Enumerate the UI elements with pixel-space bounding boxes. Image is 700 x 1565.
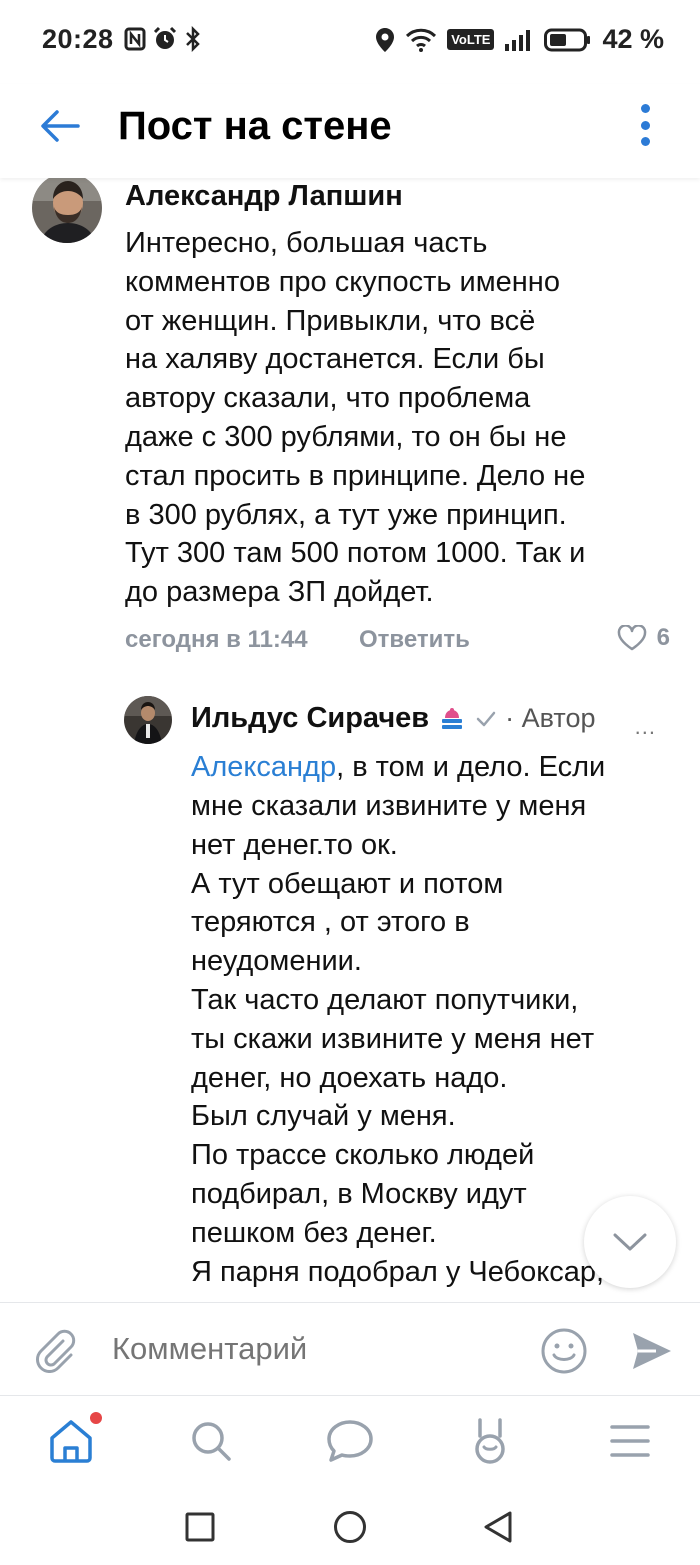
alarm-icon [153,26,177,49]
like-button[interactable]: 6 [617,624,670,652]
hamburger-menu-icon [610,1425,650,1457]
tab-messages[interactable] [325,1416,375,1466]
wifi-icon [406,28,437,52]
comment-author-name[interactable]: Александр Лапшин [125,180,403,213]
avatar[interactable] [32,178,102,243]
reply-text-first-line: Александр, в том и дело. Если [191,748,681,787]
tab-menu[interactable] [605,1416,655,1466]
nfc-icon [124,27,146,51]
tab-bar [0,1396,700,1490]
avatar[interactable] [124,696,172,744]
tab-clips[interactable] [465,1416,515,1466]
battery-icon [544,28,591,51]
comment-input[interactable] [112,1331,512,1367]
status-bar: 20:28 VoLTE 42 % [0,0,700,84]
system-nav-bar [0,1490,700,1565]
reply-author-name[interactable]: Ильдус Сирачев [191,702,429,735]
triangle-back-icon [484,1511,512,1543]
send-icon [633,1333,671,1369]
dot-icon [640,104,650,113]
heart-icon [617,625,646,651]
home-nav-button[interactable] [333,1510,367,1544]
search-icon [192,1422,231,1461]
mention-link[interactable]: Александр [191,751,336,783]
dot-icon [640,137,650,146]
reply-text-rest: , в том и дело. Если [336,751,606,783]
location-icon [376,27,395,52]
chat-bubble-icon [327,1420,373,1462]
tab-search[interactable] [186,1416,236,1466]
more-options-button[interactable] [630,100,660,150]
back-button[interactable] [36,102,84,150]
comments-feed[interactable]: Александр Лапшин Интересно, большая част… [0,178,700,1302]
reply-author-line: Ильдус Сирачев · Автор [191,702,596,735]
app-header: Пост на стене [0,84,700,178]
send-button[interactable] [630,1329,674,1373]
like-count: 6 [656,624,670,651]
scroll-down-button[interactable] [584,1196,676,1288]
volte-badge: VoLTE [447,29,495,50]
arrow-left-icon [41,110,80,142]
smile-icon [541,1328,587,1374]
recent-apps-button[interactable] [183,1510,217,1544]
status-left-icons [124,26,202,52]
author-tag: · Автор [505,703,596,733]
comment-timestamp: сегодня в 11:44 [125,626,308,653]
bluetooth-icon [186,26,200,52]
chevron-down-icon [613,1233,647,1251]
back-nav-button[interactable] [481,1510,515,1544]
home-icon [50,1420,92,1463]
battery-percent: 42 % [602,24,664,54]
tab-home[interactable] [46,1416,96,1466]
paperclip-icon [36,1329,76,1373]
notification-dot [90,1412,102,1424]
reply-button[interactable]: Ответить [359,626,470,654]
vk-badge-icon [442,707,463,729]
emoji-button[interactable] [540,1327,588,1375]
status-time: 20:28 [42,24,114,54]
page-title: Пост на стене [118,104,392,148]
reply-more-button[interactable]: ... [635,714,656,740]
attach-button[interactable] [32,1327,78,1373]
circle-icon [334,1511,366,1543]
comment-composer [0,1302,700,1396]
signal-icon [505,29,531,51]
dot-icon [640,120,650,130]
checkmark-icon [476,711,496,726]
comment-text: Интересно, большая часть комментов про с… [125,227,586,609]
clips-icon [475,1418,505,1464]
square-icon [185,1512,215,1542]
status-right-icons: VoLTE 42 % [375,24,664,55]
